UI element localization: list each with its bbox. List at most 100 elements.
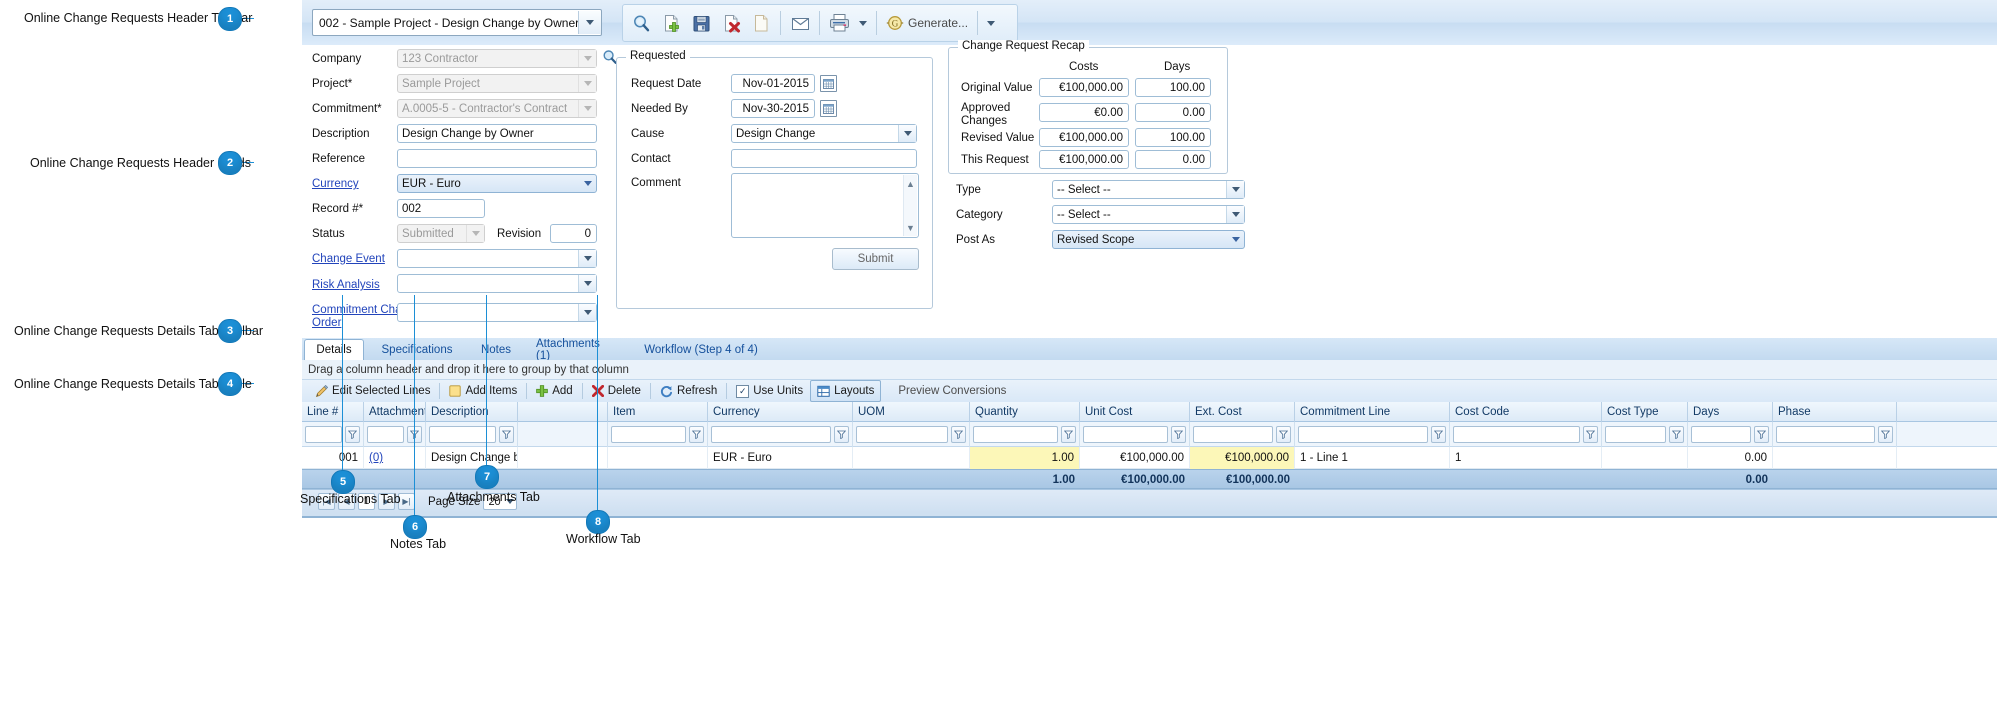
description-input[interactable]: Design Change by Owner [397,124,597,143]
table-cell-0[interactable]: 001 [302,447,364,469]
column-header-ext-cost[interactable]: Ext. Cost [1190,402,1295,422]
risk-analysis-field[interactable] [397,274,597,293]
filter-cell-1[interactable] [364,422,426,447]
category-dropdown-arrow[interactable] [1226,206,1244,223]
add-items-button[interactable]: Add Items [442,381,524,401]
request-date-input[interactable]: Nov-01-2015 [731,74,815,93]
table-cell-9[interactable]: €100,000.00 [1190,447,1295,469]
filter-input-6[interactable] [856,426,948,443]
email-button[interactable] [785,8,815,38]
refresh-button[interactable]: Refresh [653,381,724,401]
filter-cell-9[interactable] [1190,422,1295,447]
reference-input[interactable] [397,149,597,168]
filter-funnel-icon[interactable] [1061,426,1076,443]
filter-cell-6[interactable] [853,422,970,447]
column-header-commitment-line[interactable]: Commitment Line [1295,402,1450,422]
filter-funnel-icon[interactable] [499,426,514,443]
filter-input-8[interactable] [1083,426,1168,443]
table-cell-2[interactable]: Design Change by Owner [426,447,518,469]
edit-selected-lines-button[interactable]: Edit Selected Lines [308,381,437,401]
add-button[interactable]: Add [529,381,579,401]
filter-cell-10[interactable] [1295,422,1450,447]
request-date-calendar-button[interactable] [820,75,837,92]
filter-cell-7[interactable] [970,422,1080,447]
column-header-attachments[interactable]: Attachments [364,402,426,422]
revision-input[interactable]: 0 [550,224,597,243]
table-cell-3[interactable] [518,447,608,469]
delete-button[interactable] [716,8,746,38]
tab-details[interactable]: Details [304,339,364,361]
filter-cell-11[interactable] [1450,422,1602,447]
filter-funnel-icon[interactable] [1583,426,1598,443]
search-button[interactable] [626,8,656,38]
type-field[interactable]: -- Select -- [1052,180,1245,199]
change-event-field[interactable] [397,249,597,268]
scroll-down-icon[interactable]: ▼ [904,221,917,234]
table-cell-8[interactable]: €100,000.00 [1080,447,1190,469]
filter-cell-2[interactable] [426,422,518,447]
tab-notes[interactable]: Notes [472,340,520,360]
filter-input-9[interactable] [1193,426,1273,443]
filter-funnel-icon[interactable] [1754,426,1769,443]
column-header-cost-type[interactable]: Cost Type [1602,402,1688,422]
type-dropdown-arrow[interactable] [1226,181,1244,198]
table-cell-6[interactable] [853,447,970,469]
contact-input[interactable] [731,149,917,168]
delete-row-button[interactable]: Delete [585,381,648,401]
category-field[interactable]: -- Select -- [1052,205,1245,224]
table-cell-1[interactable]: (0) [364,447,426,469]
filter-input-11[interactable] [1453,426,1580,443]
filter-funnel-icon[interactable] [1669,426,1684,443]
filter-cell-0[interactable] [302,422,364,447]
copy-button[interactable] [746,8,776,38]
table-cell-12[interactable] [1602,447,1688,469]
filter-input-0[interactable] [305,426,342,443]
table-cell-5[interactable]: EUR - Euro [708,447,853,469]
filter-cell-12[interactable] [1602,422,1688,447]
needed-by-input[interactable]: Nov-30-2015 [731,99,815,118]
currency-link[interactable]: Currency [312,178,359,191]
filter-input-12[interactable] [1605,426,1666,443]
filter-funnel-icon[interactable] [951,426,966,443]
filter-input-7[interactable] [973,426,1058,443]
filter-funnel-icon[interactable] [689,426,704,443]
currency-dropdown-arrow[interactable] [579,175,596,192]
attachments-link[interactable]: (0) [369,452,383,464]
filter-input-1[interactable] [367,426,404,443]
tab-specifications[interactable]: Specifications [368,340,466,360]
post-as-dropdown-arrow[interactable] [1227,231,1244,248]
record-selector-dropdown-arrow[interactable] [578,11,601,34]
filter-funnel-icon[interactable] [1431,426,1446,443]
column-header-currency[interactable]: Currency [708,402,853,422]
save-button[interactable] [686,8,716,38]
print-button[interactable] [824,8,854,38]
column-header-col3[interactable] [518,402,608,422]
filter-input-10[interactable] [1298,426,1428,443]
use-units-checkbox[interactable]: ✓ Use Units [729,381,810,401]
filter-cell-13[interactable] [1688,422,1773,447]
column-header-quantity[interactable]: Quantity [970,402,1080,422]
column-header-days[interactable]: Days [1688,402,1773,422]
filter-input-5[interactable] [711,426,831,443]
table-filter-row[interactable] [302,422,1997,447]
submit-button[interactable]: Submit [832,248,919,270]
filter-input-14[interactable] [1776,426,1875,443]
filter-funnel-icon[interactable] [834,426,849,443]
generate-dropdown-arrow[interactable] [982,8,1000,38]
filter-funnel-icon[interactable] [1878,426,1893,443]
filter-funnel-icon[interactable] [1171,426,1186,443]
post-as-field[interactable]: Revised Scope [1052,230,1245,249]
risk-analysis-dropdown-arrow[interactable] [578,275,596,292]
filter-input-13[interactable] [1691,426,1751,443]
record-selector-combo[interactable]: 002 - Sample Project - Design Change by … [312,9,602,36]
change-event-link[interactable]: Change Event [312,253,385,266]
use-units-checkbox-box[interactable]: ✓ [736,384,750,398]
table-cell-14[interactable] [1773,447,1897,469]
table-cell-11[interactable]: 1 [1450,447,1602,469]
column-header-phase[interactable]: Phase [1773,402,1897,422]
scroll-up-icon[interactable]: ▲ [904,177,917,190]
column-header-line[interactable]: Line # [302,402,364,422]
change-event-dropdown-arrow[interactable] [578,250,596,267]
filter-cell-5[interactable] [708,422,853,447]
print-dropdown-arrow[interactable] [854,8,872,38]
